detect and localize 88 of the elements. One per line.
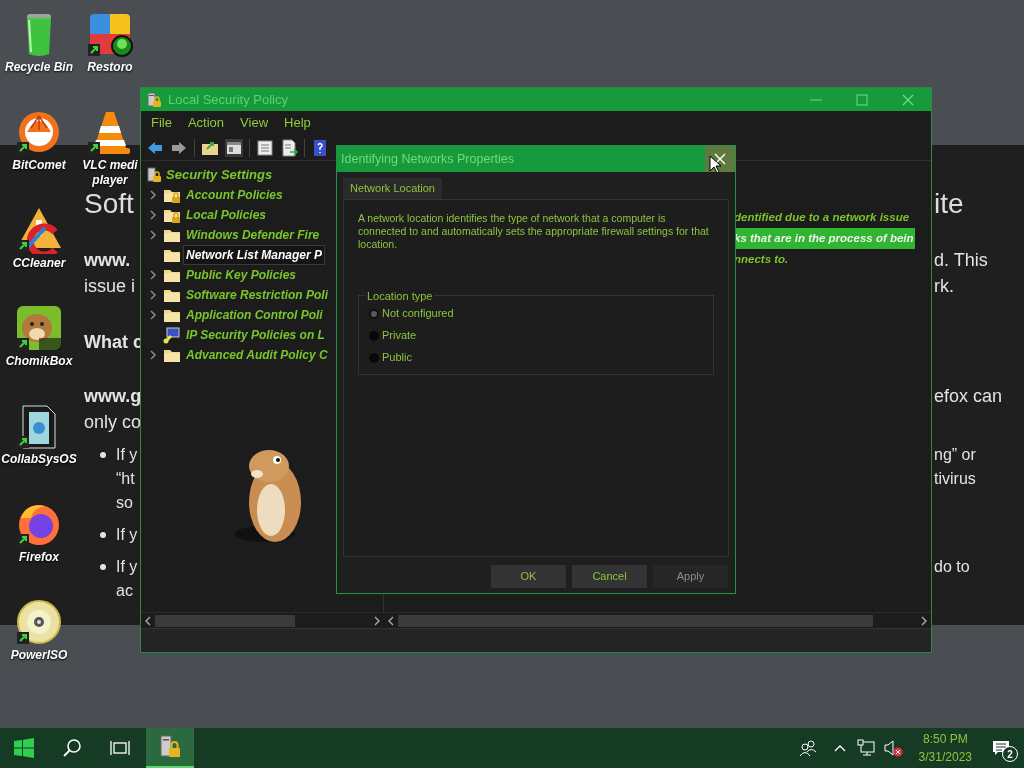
task-view-icon[interactable] bbox=[110, 738, 130, 758]
page-text: ac bbox=[116, 581, 133, 601]
tree-item[interactable]: IP Security Policies on L bbox=[183, 325, 328, 345]
menu-item[interactable]: View bbox=[240, 113, 269, 133]
help-icon[interactable] bbox=[311, 138, 329, 157]
desktop-icon-label[interactable]: Firefox bbox=[1, 550, 77, 565]
radio-option[interactable]: Not configured bbox=[369, 306, 713, 321]
computer-lock-icon bbox=[158, 735, 182, 759]
description-text: A network location identifies the type of network that a computer is connected to and automatically sets the appropriate firewall settings for that location. bbox=[358, 212, 710, 251]
search-icon[interactable] bbox=[62, 738, 82, 758]
radio-option[interactable]: Public bbox=[369, 350, 713, 365]
chevron-right-icon[interactable] bbox=[148, 210, 158, 220]
desktop-icon-label[interactable]: VLC medi player bbox=[80, 158, 140, 188]
page-text: ng” or bbox=[934, 446, 976, 463]
scrollbar-thumb[interactable] bbox=[398, 614, 873, 627]
tree-item[interactable]: Software Restriction Poli bbox=[183, 285, 332, 305]
clock[interactable]: 8:50 PM 3/31/2023 bbox=[912, 728, 978, 768]
desktop-icon-label[interactable]: CollabSysOS bbox=[1, 452, 77, 467]
dialog-button[interactable]: Cancel bbox=[572, 565, 647, 588]
desktop-icon-label[interactable]: PowerISO bbox=[1, 648, 77, 663]
page-text: ite bbox=[934, 188, 964, 219]
menu-item[interactable]: Action bbox=[187, 113, 225, 133]
desktop-icon-label[interactable]: Recycle Bin bbox=[1, 60, 77, 75]
chevron-right-icon[interactable] bbox=[148, 310, 158, 320]
page-text: If y bbox=[116, 525, 138, 545]
tree-item[interactable]: Windows Defender Fire bbox=[183, 225, 323, 245]
scroll-right-icon[interactable] bbox=[919, 615, 929, 626]
scroll-left-icon[interactable] bbox=[386, 615, 396, 626]
page-text: rk. bbox=[934, 276, 954, 296]
tree-item[interactable]: Application Control Poli bbox=[183, 305, 326, 325]
desktop-icon-label[interactable]: Restoro bbox=[80, 60, 140, 75]
chevron-right-icon[interactable] bbox=[148, 350, 158, 360]
chevron-right-icon[interactable] bbox=[148, 230, 158, 240]
hamster-icon[interactable] bbox=[15, 304, 63, 352]
network-icon[interactable] bbox=[856, 739, 875, 757]
properties-list-icon[interactable] bbox=[256, 138, 274, 157]
desktop-icon-label[interactable]: ChomikBox bbox=[1, 354, 77, 369]
dialog-title: Identifying Networks Properties bbox=[341, 150, 514, 168]
mouse-cursor-icon bbox=[709, 155, 721, 174]
page-text: tivirus bbox=[934, 470, 976, 487]
scroll-right-icon[interactable] bbox=[372, 615, 382, 626]
export-list-icon[interactable] bbox=[280, 138, 298, 157]
notification-button[interactable]: 2 bbox=[978, 728, 1024, 768]
tree-item[interactable]: Network List Manager P bbox=[183, 245, 326, 265]
chevron-right-icon[interactable] bbox=[148, 290, 158, 300]
tree-item[interactable]: Local Policies bbox=[183, 205, 270, 225]
radio-option[interactable]: Private bbox=[369, 328, 713, 343]
page-text: do to bbox=[934, 558, 970, 575]
page-text: efox can bbox=[934, 386, 1003, 406]
desktop-icon-label[interactable]: BitComet bbox=[1, 158, 77, 173]
brush-icon[interactable] bbox=[15, 206, 63, 254]
page-text: d. This bbox=[934, 250, 988, 270]
dialog-button[interactable]: OK bbox=[491, 565, 566, 588]
menu-item[interactable]: File bbox=[151, 113, 172, 133]
speaker-muted-icon[interactable] bbox=[882, 739, 903, 757]
people-icon[interactable] bbox=[798, 739, 817, 757]
tree-item[interactable]: Account Policies bbox=[183, 185, 286, 205]
page-text: only co bbox=[84, 411, 142, 434]
page-text: Soft bbox=[84, 189, 134, 219]
tree-item[interactable]: Public Key Policies bbox=[183, 265, 300, 285]
page-text: www.g bbox=[84, 385, 142, 408]
close-icon bbox=[713, 152, 727, 166]
page-text: If y bbox=[116, 445, 138, 465]
chevron-right-icon[interactable] bbox=[148, 270, 158, 280]
page-text: so bbox=[116, 493, 133, 513]
scrollbar-thumb[interactable] bbox=[155, 614, 295, 627]
tree-item[interactable]: Advanced Audit Policy C bbox=[183, 345, 331, 365]
console-tree-icon[interactable] bbox=[225, 138, 243, 157]
window-title: Local Security Policy bbox=[168, 90, 288, 109]
description-text: dentified due to a network issue bbox=[733, 210, 911, 225]
tab[interactable]: Network Location bbox=[343, 178, 442, 199]
windows-logo-icon[interactable] bbox=[14, 738, 34, 758]
monitor-key-icon bbox=[163, 326, 181, 344]
scroll-left-icon[interactable] bbox=[143, 615, 153, 626]
chevron-right-icon[interactable] bbox=[148, 190, 158, 200]
tree-item[interactable]: Security Settings bbox=[166, 165, 273, 185]
menu-item[interactable]: Help bbox=[284, 113, 311, 133]
page-text: “ht bbox=[116, 469, 135, 489]
radio-button[interactable] bbox=[369, 308, 379, 319]
disc-icon[interactable] bbox=[15, 598, 63, 646]
computer-lock-icon bbox=[146, 91, 162, 108]
desktop-icon-label[interactable]: CCleaner bbox=[1, 256, 77, 271]
page-text: issue i bbox=[84, 275, 136, 298]
computer-lock-icon bbox=[146, 167, 162, 183]
page-text: www. bbox=[84, 249, 131, 272]
taskbar-app-button[interactable] bbox=[146, 728, 194, 768]
notification-badge: 2 bbox=[1002, 746, 1018, 762]
page-text: If y bbox=[116, 557, 138, 577]
